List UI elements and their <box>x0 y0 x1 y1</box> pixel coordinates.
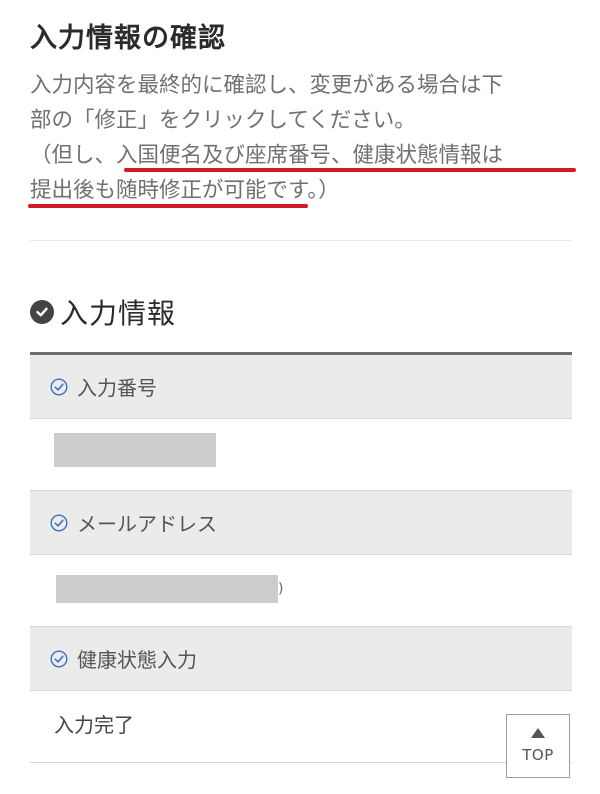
check-circle-filled-icon <box>30 300 54 324</box>
intro-line-4: 提出後も随時修正が可能です。） <box>30 178 340 203</box>
redacted-value <box>54 433 216 467</box>
emphasis-underline-2 <box>28 204 308 208</box>
section-divider <box>30 240 572 241</box>
intro-line-2: 部の「修正」をクリックしてください。 <box>30 108 416 133</box>
intro-line-1: 入力内容を最終的に確認し、変更がある場合は下 <box>30 73 504 98</box>
section-heading-label: 入力情報 <box>60 297 177 330</box>
confirmation-page: 入力情報の確認 入力内容を最終的に確認し、変更がある場合は下 部の「修正」をクリ… <box>0 0 600 794</box>
field-header-entry-number: 入力番号 <box>30 355 572 419</box>
input-info-table: 入力番号 メールアドレス ) 健康状態入力 入力完了 <box>30 352 572 763</box>
field-value-email: ) <box>30 555 572 627</box>
check-circle-outline-icon <box>50 649 68 668</box>
check-circle-outline-icon <box>50 377 68 396</box>
emphasis-underline-1 <box>124 168 576 172</box>
page-title: 入力情報の確認 <box>30 23 226 54</box>
field-value-health-status: 入力完了 <box>30 691 572 763</box>
field-header-email: メールアドレス <box>30 491 572 555</box>
field-label: 健康状態入力 <box>77 648 197 672</box>
back-to-top-button[interactable]: TOP <box>506 714 570 778</box>
field-label: 入力番号 <box>77 376 157 400</box>
field-value-entry-number <box>30 419 572 491</box>
redacted-value <box>56 575 278 603</box>
top-button-label: TOP <box>522 746 554 764</box>
field-label: メールアドレス <box>77 512 217 536</box>
field-header-health-status: 健康状態入力 <box>30 627 572 691</box>
intro-text: 入力内容を最終的に確認し、変更がある場合は下 部の「修正」をクリックしてください… <box>30 68 578 208</box>
check-circle-outline-icon <box>50 513 68 532</box>
section-heading: 入力情報 <box>30 292 176 332</box>
value-trailing-char: ) <box>278 581 284 597</box>
health-status-value: 入力完了 <box>54 713 134 737</box>
arrow-up-icon <box>531 728 545 738</box>
